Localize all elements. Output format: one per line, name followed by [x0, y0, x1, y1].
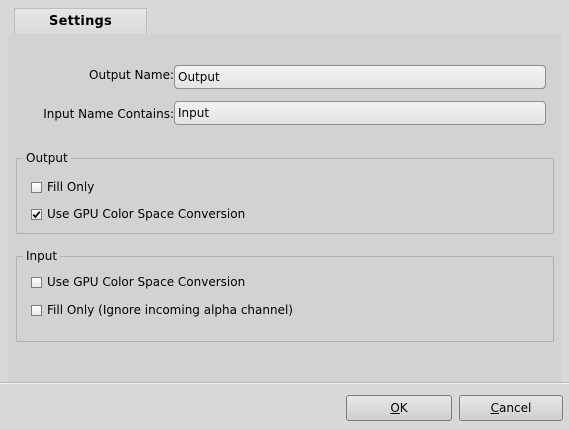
settings-pane: Output Name: Input Name Contains: Output… — [8, 34, 561, 382]
input-name-contains-input[interactable] — [174, 101, 546, 125]
output-fill-only-option[interactable]: Fill Only — [31, 179, 94, 195]
input-fill-only-label: Fill Only (Ignore incoming alpha channel… — [47, 303, 293, 317]
output-name-input[interactable] — [174, 65, 546, 89]
output-fill-only-checkbox[interactable] — [31, 181, 42, 193]
footer-separator — [0, 382, 569, 384]
ok-label-rest: K — [399, 401, 408, 415]
cancel-accelerator: C — [490, 401, 500, 415]
output-gpu-color-label: Use GPU Color Space Conversion — [47, 207, 246, 221]
output-fill-only-label: Fill Only — [47, 180, 95, 194]
input-group-title: Input — [23, 248, 61, 264]
input-gpu-color-checkbox[interactable] — [31, 276, 42, 288]
output-group-title: Output — [23, 150, 71, 166]
output-name-label: Output Name: — [89, 68, 174, 82]
input-gpu-color-option[interactable]: Use GPU Color Space Conversion — [31, 274, 245, 290]
input-gpu-color-label: Use GPU Color Space Conversion — [47, 275, 246, 289]
tab-settings[interactable]: Settings — [14, 8, 147, 34]
settings-dialog: Settings Output Name: Input Name Contain… — [0, 0, 569, 429]
input-name-contains-label: Input Name Contains: — [43, 107, 174, 121]
check-icon — [32, 210, 41, 218]
ok-button[interactable]: OK — [346, 395, 452, 421]
cancel-label-rest: ancel — [499, 401, 532, 415]
input-fill-only-option[interactable]: Fill Only (Ignore incoming alpha channel… — [31, 302, 293, 318]
output-group: Output Fill Only Use GPU Color Space Con… — [16, 150, 554, 234]
output-gpu-color-option[interactable]: Use GPU Color Space Conversion — [31, 206, 245, 222]
output-gpu-color-checkbox[interactable] — [31, 208, 42, 220]
tab-bar: Settings — [0, 0, 569, 34]
cancel-button[interactable]: Cancel — [459, 395, 563, 421]
input-fill-only-checkbox[interactable] — [31, 304, 42, 316]
ok-accelerator: O — [390, 401, 400, 415]
input-group: Input Use GPU Color Space Conversion Fil… — [16, 248, 554, 342]
